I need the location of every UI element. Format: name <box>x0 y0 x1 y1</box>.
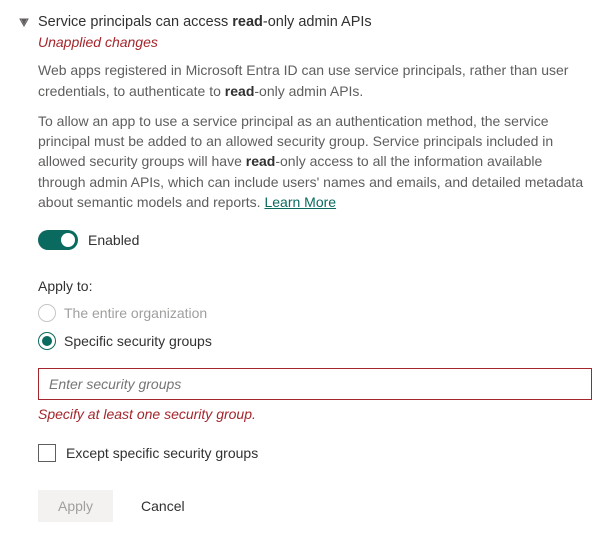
cancel-button[interactable]: Cancel <box>141 498 185 514</box>
enabled-toggle[interactable] <box>38 230 78 250</box>
enabled-toggle-label: Enabled <box>88 232 139 248</box>
description-paragraph-2: To allow an app to use a service princip… <box>38 111 592 212</box>
except-specific-groups-checkbox-row[interactable]: Except specific security groups <box>38 444 592 462</box>
radio-label: Specific security groups <box>64 333 212 349</box>
radio-entire-organization: The entire organization <box>38 304 592 322</box>
radio-icon <box>38 304 56 322</box>
apply-to-label: Apply to: <box>38 278 592 294</box>
validation-message: Specify at least one security group. <box>38 406 592 422</box>
apply-button[interactable]: Apply <box>38 490 113 522</box>
unapplied-changes-label: Unapplied changes <box>38 34 592 50</box>
radio-specific-security-groups[interactable]: Specific security groups <box>38 332 592 350</box>
learn-more-link[interactable]: Learn More <box>264 194 336 210</box>
radio-label: The entire organization <box>64 305 207 321</box>
setting-title: Service principals can access read-only … <box>38 12 592 32</box>
checkbox-icon <box>38 444 56 462</box>
description-paragraph-1: Web apps registered in Microsoft Entra I… <box>38 60 592 101</box>
security-groups-input[interactable] <box>38 368 592 400</box>
collapse-icon[interactable] <box>18 16 30 28</box>
radio-icon <box>38 332 56 350</box>
except-label: Except specific security groups <box>66 445 258 461</box>
